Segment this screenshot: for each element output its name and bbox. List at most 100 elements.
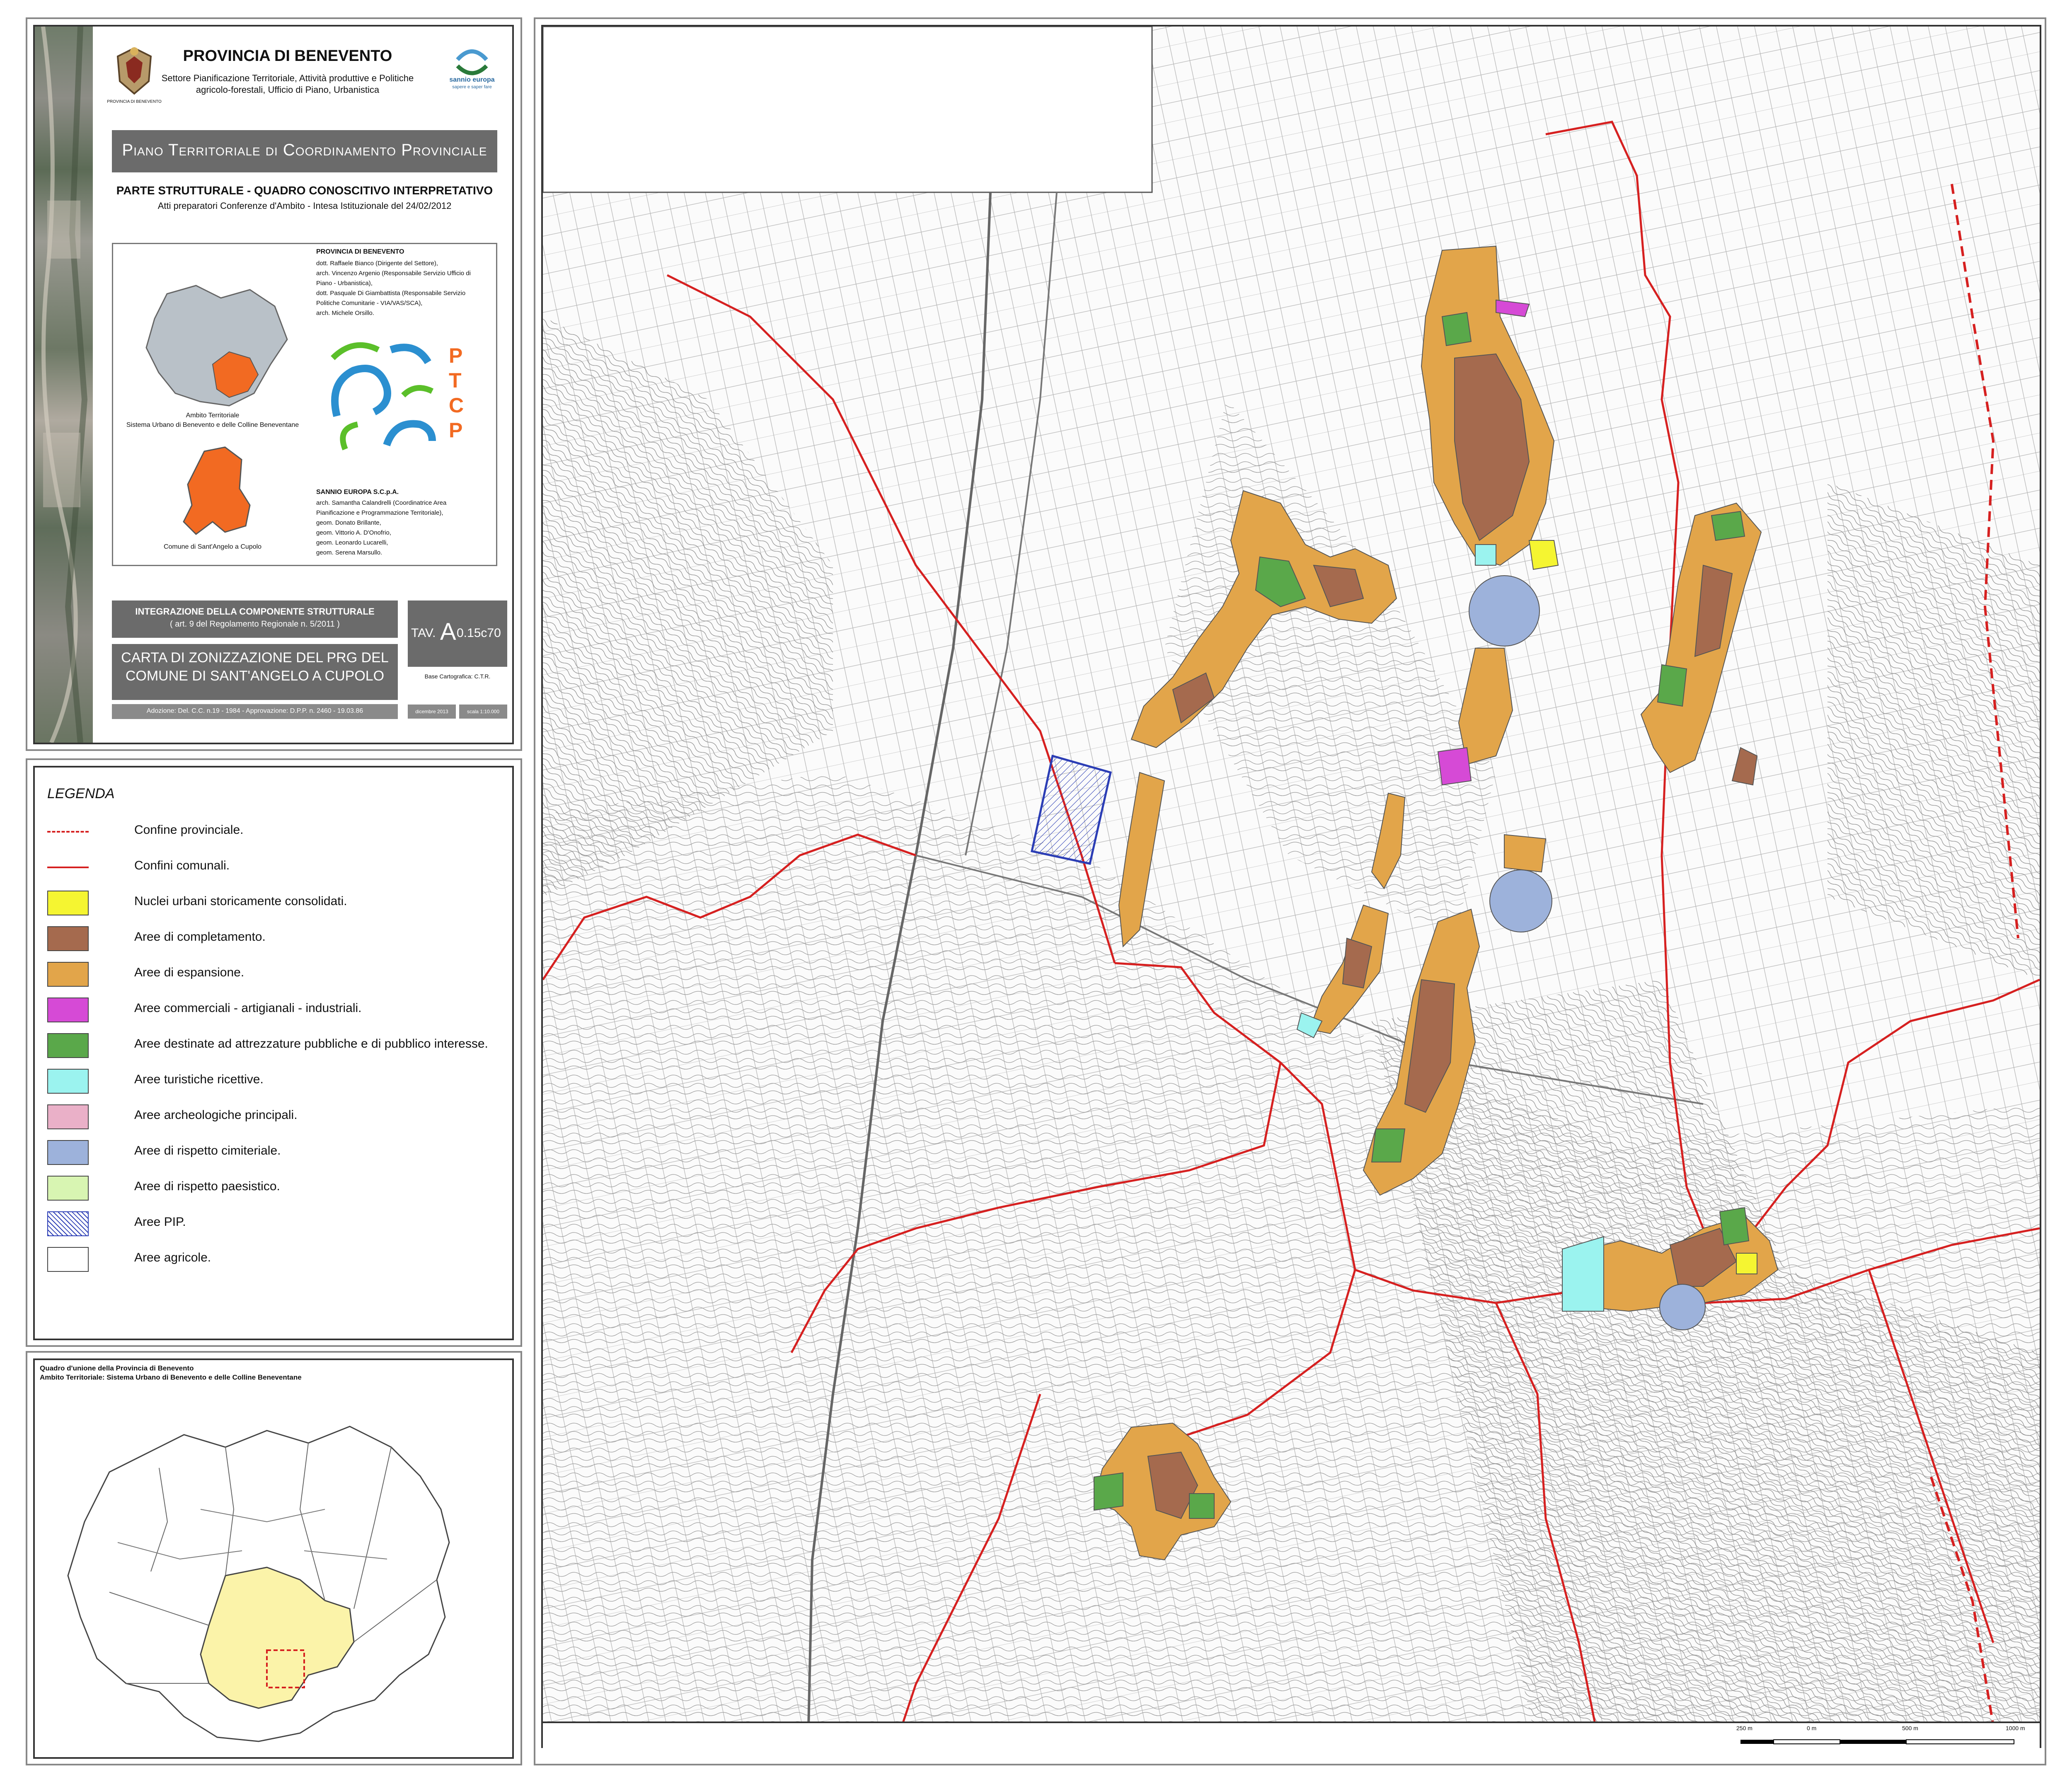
scalebar <box>1740 1739 2014 1744</box>
credits-sannio-line: Pianificazione e Programmazione Territor… <box>316 509 443 516</box>
ambito-caption-2: Sistema Urbano di Benevento e delle Coll… <box>126 421 299 429</box>
sector-line-2: agricolo-forestali, Ufficio di Piano, Ur… <box>196 85 380 95</box>
integration-line-2: ( art. 9 del Regolamento Regionale n. 5/… <box>170 620 340 629</box>
tav-number: 0.15c70 <box>457 626 501 640</box>
legend-label: Aree di completamento. <box>134 930 266 944</box>
legend-item: Aree turistiche ricettive. <box>47 1067 503 1096</box>
credits-sannio-line: geom. Serena Marsullo. <box>316 549 382 556</box>
ptcp-title: Piano Territoriale di Coordinamento Prov… <box>122 141 487 159</box>
legend-label: Aree di rispetto paesistico. <box>134 1179 280 1193</box>
comune-map-icon <box>183 446 251 535</box>
legend-title: LEGENDA <box>47 786 115 801</box>
legend-color-swatch <box>47 1104 89 1129</box>
base-cartografica: Base Cartografica: C.T.R. <box>424 673 491 680</box>
province-name: PROVINCIA DI BENEVENTO <box>183 47 392 65</box>
legend-color-swatch <box>47 1069 89 1094</box>
credits-province-line: dott. Pasquale Di Giambattista (Responsa… <box>316 290 466 297</box>
ptcp-letter: P <box>449 344 463 367</box>
legend-item: Aree di rispetto cimiteriale. <box>47 1138 503 1167</box>
ptcp-title-bar: Piano Territoriale di Coordinamento Prov… <box>112 130 497 172</box>
ambito-caption-1: Ambito Territoriale <box>186 412 240 419</box>
credits-province-line: arch. Michele Orsillo. <box>316 310 375 317</box>
credits-province-line: Politiche Comunitarie - VIA/VAS/SCA), <box>316 300 423 307</box>
main-map-frame: 250 m 0 m 500 m 1000 m <box>541 25 2041 1748</box>
legend-item: Aree di completamento. <box>47 924 503 953</box>
credits-sannio-title: SANNIO EUROPA S.C.p.A. <box>316 489 399 496</box>
credits-province-title: PROVINCIA DI BENEVENTO <box>316 248 404 255</box>
legend-item: Aree PIP. <box>47 1209 503 1238</box>
legend-label: Aree agricole. <box>134 1251 211 1264</box>
legend-item: Aree di espansione. <box>47 960 503 989</box>
sannio-logo-text: sannio europa <box>449 76 495 83</box>
legend-frame: LEGENDA Confine provinciale. Confini comu… <box>33 766 514 1340</box>
legend-item: Aree archeologiche principali. <box>47 1102 503 1131</box>
overview-title-1: Quadro d'unione della Provincia di Benev… <box>40 1364 194 1372</box>
legend-label: Aree archeologiche principali. <box>134 1108 298 1122</box>
ptcp-logo-icon <box>331 342 436 450</box>
sannio-logo-sub: sapere e saper fare <box>452 85 492 90</box>
ptcp-letter: C <box>449 394 464 417</box>
credits-sannio-line: geom. Donato Brillante, <box>316 519 381 526</box>
tav-box: TAV. A 0.15c70 <box>408 600 507 667</box>
scalebar-label: 250 m <box>1736 1725 1752 1731</box>
sector-line-1: Settore Pianificazione Territoriale, Att… <box>161 73 414 83</box>
ambito-map-icon <box>145 285 288 407</box>
legend-label: Nuclei urbani storicamente consolidati. <box>134 894 347 908</box>
ptcp-letter: T <box>449 369 462 392</box>
scale-box: scala 1:10.000 <box>459 705 507 719</box>
legend-color-swatch <box>47 891 89 915</box>
legend-label: Aree PIP. <box>134 1215 186 1229</box>
ptcp-letter: P <box>449 419 463 442</box>
credits-sannio-line: geom. Vittorio A. D'Onofrio, <box>316 529 392 536</box>
scale-text: scala 1:10.000 <box>467 709 500 714</box>
scalebar-label: 1000 m <box>2006 1725 2025 1731</box>
overview-title-2: Ambito Territoriale: Sistema Urbano di B… <box>40 1373 302 1381</box>
legend-color-swatch <box>47 998 89 1022</box>
credits-box: Ambito Territoriale Sistema Urbano di Be… <box>112 243 497 566</box>
legend-color-swatch <box>47 1033 89 1058</box>
adoption-bar: Adozione: Del. C.C. n.19 - 1984 - Approv… <box>112 704 398 719</box>
scalebar-label: 500 m <box>1902 1725 1918 1731</box>
communal-boundary-swatch <box>47 867 89 868</box>
legend-label: Aree commerciali - artigianali - industr… <box>134 1001 362 1015</box>
map-title-2: COMUNE DI SANT'ANGELO A CUPOLO <box>125 668 385 684</box>
legend-item: Aree destinate ad attrezzature pubbliche… <box>47 1031 503 1060</box>
adoption-text: Adozione: Del. C.C. n.19 - 1984 - Approv… <box>146 707 363 714</box>
legend-panel: LEGENDA Confine provinciale. Confini comu… <box>26 758 522 1347</box>
legend-label: Confine provinciale. <box>134 823 244 837</box>
legend-item: Aree di rispetto paesistico. <box>47 1174 503 1203</box>
legend-item: Nuclei urbani storicamente consolidati. <box>47 889 503 918</box>
legend-label: Aree turistiche ricettive. <box>134 1073 264 1086</box>
legend-item: Aree commerciali - artigianali - industr… <box>47 995 503 1024</box>
legend-color-swatch <box>47 1247 89 1272</box>
credits-sannio-line: geom. Leonardo Lucarelli, <box>316 539 388 546</box>
legend-label: Aree destinate ad attrezzature pubbliche… <box>134 1037 488 1051</box>
sannio-europa-logo-icon <box>456 49 488 75</box>
aerial-photo-texture <box>41 27 88 743</box>
legend-color-swatch <box>47 926 89 951</box>
legend-color-swatch <box>47 962 89 987</box>
date-text: dicembre 2013 <box>415 709 448 714</box>
legend-color-swatch <box>47 1211 89 1236</box>
legend-item: Aree agricole. <box>47 1245 503 1274</box>
legend-label: Confini comunali. <box>134 859 230 872</box>
tav-big-letter: A <box>440 618 456 645</box>
title-panel: PROVINCIA DI BENEVENTO PROVINCIA DI BENE… <box>26 17 522 751</box>
credits-province-line: dott. Raffaele Bianco (Dirigente del Set… <box>316 260 438 267</box>
credits-province-line: Piano - Urbanistica), <box>316 280 373 287</box>
part-title: PARTE STRUTTURALE - QUADRO CONOSCITIVO I… <box>116 184 493 197</box>
legend-item: Confine provinciale. <box>47 817 503 846</box>
legend-label: Aree di espansione. <box>134 966 244 979</box>
province-coat-of-arms-icon <box>116 47 152 95</box>
overview-frame: Quadro d'unione della Provincia di Benev… <box>33 1358 514 1759</box>
integration-line-1: INTEGRAZIONE DELLA COMPONENTE STRUTTURAL… <box>135 606 375 617</box>
tav-label: TAV. <box>411 626 436 640</box>
title-panel-frame: PROVINCIA DI BENEVENTO PROVINCIA DI BENE… <box>33 25 514 744</box>
date-box: dicembre 2013 <box>408 705 456 719</box>
legend-label: Aree di rispetto cimiteriale. <box>134 1144 281 1157</box>
main-map-panel: 250 m 0 m 500 m 1000 m <box>534 17 2046 1765</box>
map-title-1: CARTA DI ZONIZZAZIONE DEL PRG DEL <box>121 650 389 666</box>
province-logo-caption: PROVINCIA DI BENEVENTO <box>107 99 162 104</box>
acts-line: Atti preparatori Conferenze d'Ambito - I… <box>157 201 452 211</box>
overview-panel: Quadro d'unione della Provincia di Benev… <box>26 1351 522 1765</box>
